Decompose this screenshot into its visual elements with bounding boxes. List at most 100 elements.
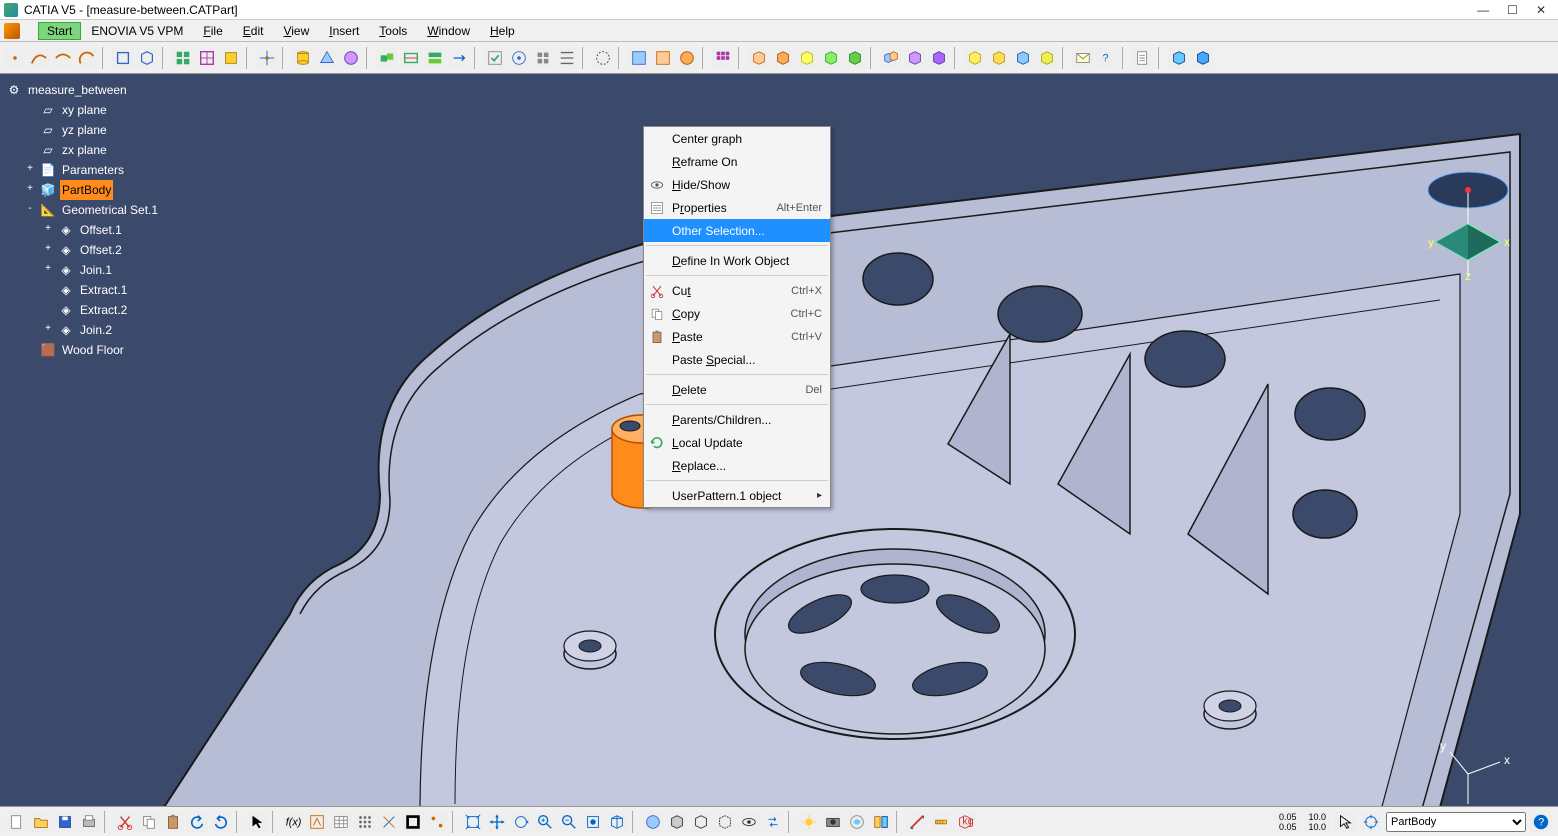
current-body-selector[interactable]: PartBody bbox=[1386, 812, 1526, 832]
tool-split[interactable] bbox=[424, 47, 446, 69]
paste-button[interactable] bbox=[162, 811, 184, 833]
expand-icon[interactable]: + bbox=[24, 184, 36, 196]
ctx-item-delete[interactable]: DeleteDel bbox=[644, 378, 830, 401]
ctx-item-parents-children[interactable]: Parents/Children... bbox=[644, 408, 830, 431]
tree-node-8[interactable]: +◈Join.1 bbox=[6, 260, 160, 280]
expand-icon[interactable] bbox=[42, 304, 54, 316]
tool-check3[interactable] bbox=[532, 47, 554, 69]
tool-g1[interactable] bbox=[628, 47, 650, 69]
ctx-item-center-graph[interactable]: Center graph bbox=[644, 127, 830, 150]
tool-envelope[interactable] bbox=[1072, 47, 1094, 69]
tree-node-10[interactable]: ◈Extract.2 bbox=[6, 300, 160, 320]
grid-dots-button[interactable] bbox=[354, 811, 376, 833]
normal-view-button[interactable] bbox=[582, 811, 604, 833]
ctx-item-properties[interactable]: PropertiesAlt+Enter bbox=[644, 196, 830, 219]
fit-all-button[interactable] bbox=[462, 811, 484, 833]
maximize-button[interactable]: ☐ bbox=[1507, 3, 1518, 17]
tool-cube-pair[interactable] bbox=[880, 47, 902, 69]
ctx-item-hide-show[interactable]: Hide/Show bbox=[644, 173, 830, 196]
spec-tree[interactable]: ⚙ measure_between ▱xy plane▱yz plane▱zx … bbox=[6, 80, 160, 360]
tree-node-12[interactable]: 🟫Wood Floor bbox=[6, 340, 160, 360]
expand-icon[interactable]: + bbox=[24, 164, 36, 176]
sketch-button[interactable] bbox=[306, 811, 328, 833]
tool-q[interactable]: ? bbox=[1096, 47, 1118, 69]
tree-node-4[interactable]: +🧊PartBody bbox=[6, 180, 160, 200]
dim10-button[interactable]: 10.010.0 bbox=[1304, 811, 1330, 833]
tree-node-2[interactable]: ▱zx plane bbox=[6, 140, 160, 160]
tool-box1[interactable] bbox=[112, 47, 134, 69]
menu-view[interactable]: View bbox=[273, 22, 319, 40]
ctx-item-local-update[interactable]: Local Update bbox=[644, 431, 830, 454]
copy-button[interactable] bbox=[138, 811, 160, 833]
tool-g2[interactable] bbox=[652, 47, 674, 69]
menu-start[interactable]: Start bbox=[38, 22, 81, 40]
sphere-icon-button[interactable] bbox=[642, 811, 664, 833]
tool-cube-y4[interactable] bbox=[1036, 47, 1058, 69]
tree-node-0[interactable]: ▱xy plane bbox=[6, 100, 160, 120]
tool-arc[interactable] bbox=[76, 47, 98, 69]
hide-show-button[interactable] bbox=[738, 811, 760, 833]
ctx-item-replace[interactable]: Replace... bbox=[644, 454, 830, 477]
camera-button[interactable] bbox=[822, 811, 844, 833]
tool-trim[interactable] bbox=[400, 47, 422, 69]
tool-cube-g1[interactable] bbox=[820, 47, 842, 69]
tool-cube-o1[interactable] bbox=[748, 47, 770, 69]
tool-check2[interactable] bbox=[508, 47, 530, 69]
tool-g3[interactable] bbox=[676, 47, 698, 69]
tool-cube-y[interactable] bbox=[796, 47, 818, 69]
dim005-button[interactable]: 0.050.05 bbox=[1275, 811, 1301, 833]
pick-button[interactable] bbox=[1360, 811, 1382, 833]
zoom-in-button[interactable] bbox=[534, 811, 556, 833]
ctx-item-reframe-on[interactable]: Reframe On bbox=[644, 150, 830, 173]
select-arrow-button[interactable] bbox=[246, 811, 268, 833]
tool-cube-y3[interactable] bbox=[988, 47, 1010, 69]
ctx-item-other-selection[interactable]: Other Selection... bbox=[644, 219, 830, 242]
measure3-button[interactable]: kg bbox=[954, 811, 976, 833]
tree-node-1[interactable]: ▱yz plane bbox=[6, 120, 160, 140]
tool-join[interactable] bbox=[376, 47, 398, 69]
new-doc-button[interactable] bbox=[6, 811, 28, 833]
expand-icon[interactable] bbox=[24, 344, 36, 356]
tree-node-9[interactable]: ◈Extract.1 bbox=[6, 280, 160, 300]
save-button[interactable] bbox=[54, 811, 76, 833]
rotate-button[interactable] bbox=[510, 811, 532, 833]
swap-button[interactable] bbox=[762, 811, 784, 833]
undo-button[interactable] bbox=[186, 811, 208, 833]
catalog-button[interactable] bbox=[870, 811, 892, 833]
tree-node-11[interactable]: +◈Join.2 bbox=[6, 320, 160, 340]
zoom-out-button[interactable] bbox=[558, 811, 580, 833]
tool-box2[interactable] bbox=[136, 47, 158, 69]
tool-cube-b[interactable] bbox=[1012, 47, 1034, 69]
expand-icon[interactable] bbox=[42, 284, 54, 296]
tool-cube-y2[interactable] bbox=[964, 47, 986, 69]
menu-window[interactable]: Window bbox=[417, 22, 480, 40]
open-button[interactable] bbox=[30, 811, 52, 833]
close-button[interactable]: ✕ bbox=[1536, 3, 1546, 17]
view-mode1-button[interactable] bbox=[666, 811, 688, 833]
menu-insert[interactable]: Insert bbox=[319, 22, 369, 40]
tool-doc[interactable] bbox=[1132, 47, 1154, 69]
tool-cone[interactable] bbox=[316, 47, 338, 69]
print-button[interactable] bbox=[78, 811, 100, 833]
expand-icon[interactable]: - bbox=[24, 204, 36, 216]
tool-cube-p2[interactable] bbox=[928, 47, 950, 69]
tool-grid1[interactable] bbox=[172, 47, 194, 69]
help-button[interactable]: ? bbox=[1530, 811, 1552, 833]
redo-button[interactable] bbox=[210, 811, 232, 833]
axis-button[interactable] bbox=[378, 811, 400, 833]
tool-check1[interactable] bbox=[484, 47, 506, 69]
menu-tools[interactable]: Tools bbox=[369, 22, 417, 40]
tree-node-3[interactable]: +📄Parameters bbox=[6, 160, 160, 180]
expand-icon[interactable] bbox=[24, 104, 36, 116]
tool-extrude[interactable] bbox=[1168, 47, 1190, 69]
pan-button[interactable] bbox=[486, 811, 508, 833]
ctx-item-define-in-work-object[interactable]: Define In Work Object bbox=[644, 249, 830, 272]
table-button[interactable] bbox=[330, 811, 352, 833]
tool-cube-o2[interactable] bbox=[772, 47, 794, 69]
tool-translate[interactable] bbox=[448, 47, 470, 69]
render-button[interactable] bbox=[846, 811, 868, 833]
tree-node-6[interactable]: +◈Offset.1 bbox=[6, 220, 160, 240]
menu-file[interactable]: File bbox=[193, 22, 232, 40]
tool-wire[interactable] bbox=[592, 47, 614, 69]
tool-cylinder[interactable] bbox=[292, 47, 314, 69]
